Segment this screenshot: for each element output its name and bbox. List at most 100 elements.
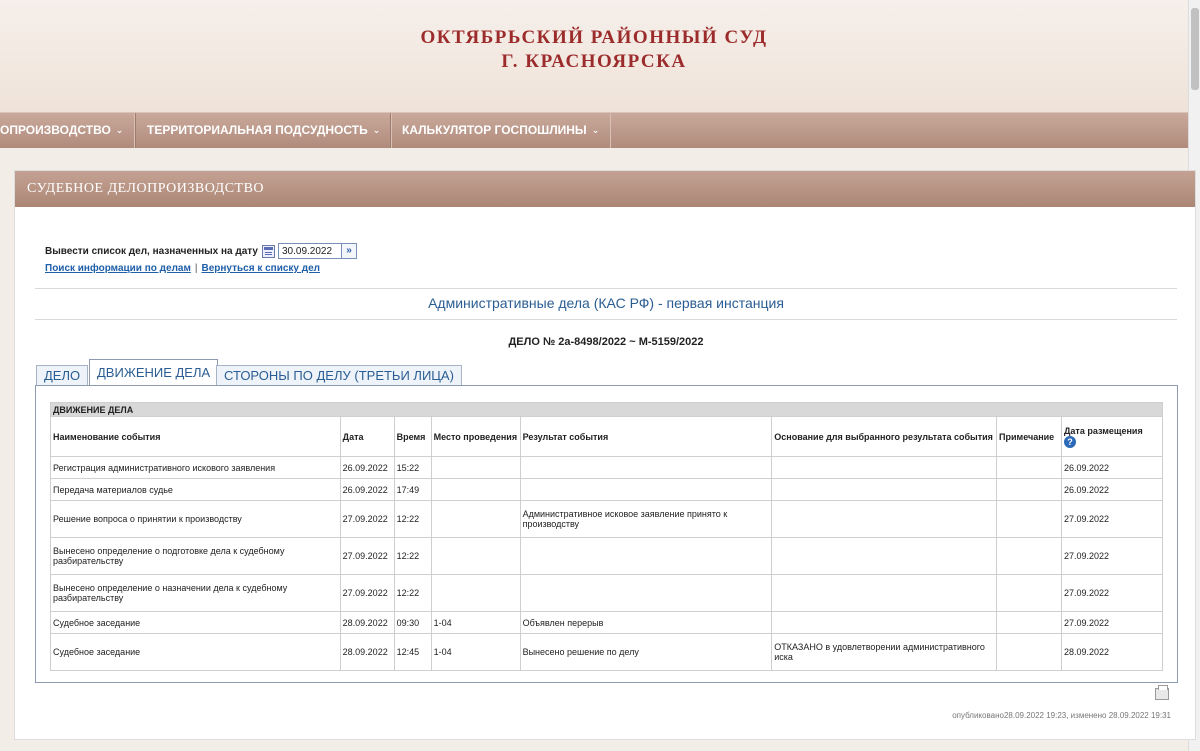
cell-place — [430, 478, 521, 501]
cell-result — [519, 456, 773, 479]
cell-event: Решение вопроса о принятии к производств… — [50, 500, 341, 538]
cell-published: 26.09.2022 — [1061, 456, 1163, 479]
cell-published: 27.09.2022 — [1061, 500, 1163, 538]
cell-place: 1-04 — [430, 633, 521, 671]
cell-date: 26.09.2022 — [339, 478, 395, 501]
cell-place — [430, 500, 521, 538]
cell-basis: ОТКАЗАНО в удовлетворении административн… — [771, 633, 998, 671]
cell-place: 1-04 — [430, 611, 521, 634]
cell-published: 27.09.2022 — [1061, 574, 1163, 612]
cell-time: 15:22 — [393, 456, 432, 479]
table-row: Судебное заседание 28.09.2022 09:30 1-04 Объ… — [50, 611, 1163, 634]
header-result: Результат события — [519, 416, 773, 457]
cell-published: 27.09.2022 — [1061, 537, 1163, 575]
tab-case-movement[interactable]: ДВИЖЕНИЕ ДЕЛА — [89, 359, 219, 386]
link-separator: | — [194, 263, 198, 274]
table-row: Судебное заседание 28.09.2022 12:45 1-04 Вын… — [50, 633, 1163, 671]
cell-note — [996, 478, 1063, 501]
print-icon[interactable] — [1155, 685, 1169, 700]
nav-item-label: ОПРОИЗВОДСТВО — [0, 123, 111, 137]
search-cases-link[interactable]: Поиск информации по делам — [45, 263, 191, 274]
cell-note — [996, 500, 1063, 538]
panel-links: Поиск информации по делам | Вернуться к сп… — [45, 263, 320, 274]
site-header: ОКТЯБРЬСКИЙ РАЙОННЫЙ СУД Г. КРАСНОЯРСКА — [0, 0, 1188, 112]
cell-basis — [771, 611, 998, 634]
header-note: Примечание — [996, 416, 1063, 457]
chevron-down-icon: ⌄ — [115, 125, 124, 135]
cell-event: Судебное заседание — [50, 611, 341, 634]
cell-published: 27.09.2022 — [1061, 611, 1163, 634]
go-button[interactable]: » — [341, 243, 357, 259]
publication-meta: опубликовано28.09.2022 19:23, изменено 2… — [952, 711, 1171, 720]
cell-date: 28.09.2022 — [339, 611, 395, 634]
scrollbar-thumb[interactable] — [1191, 8, 1199, 90]
chevron-down-icon: ⌄ — [591, 125, 600, 135]
cell-note — [996, 633, 1063, 671]
cell-event: Регистрация административного искового з… — [50, 456, 341, 479]
tab-parties[interactable]: СТОРОНЫ ПО ДЕЛУ (ТРЕТЬИ ЛИЦА) — [216, 365, 462, 386]
table-title: ДВИЖЕНИЕ ДЕЛА — [50, 402, 1163, 417]
cell-note — [996, 574, 1063, 612]
nav-item-fee-calculator[interactable]: КАЛЬКУЛЯТОР ГОСПОШЛИНЫ ⌄ — [390, 113, 612, 148]
cell-basis — [771, 478, 998, 501]
cell-note — [996, 537, 1063, 575]
tab-case[interactable]: ДЕЛО — [36, 365, 89, 386]
nav-item-label: КАЛЬКУЛЯТОР ГОСПОШЛИНЫ — [402, 123, 587, 137]
court-title-line2: Г. КРАСНОЯРСКА — [501, 51, 687, 72]
cell-published: 26.09.2022 — [1061, 478, 1163, 501]
table-row: Передача материалов судье 26.09.2022 17:49… — [50, 478, 1163, 501]
cell-time: 12:45 — [393, 633, 432, 671]
chevron-down-icon: ⌄ — [372, 125, 381, 135]
cell-result — [519, 537, 773, 575]
panel-title: СУДЕБНОЕ ДЕЛОПРОИЗВОДСТВО — [15, 171, 1195, 207]
cell-basis — [771, 500, 998, 538]
cell-place — [430, 574, 521, 612]
table-row: Регистрация административного искового з… — [50, 456, 1163, 479]
cell-result — [519, 478, 773, 501]
help-icon[interactable]: ? — [1064, 435, 1077, 448]
divider — [35, 288, 1177, 289]
court-title-line1: ОКТЯБРЬСКИЙ РАЙОННЫЙ СУД — [420, 27, 768, 48]
cell-basis — [771, 574, 998, 612]
date-filter-label: Вывести список дел, назначенных на дату — [45, 245, 258, 257]
header-event: Наименование события — [50, 416, 341, 457]
cell-event: Передача материалов судье — [50, 478, 341, 501]
cell-place — [430, 537, 521, 575]
case-number: ДЕЛО № 2а-8498/2022 ~ М-5159/2022 — [508, 336, 704, 348]
table-row: Решение вопроса о принятии к производств… — [50, 500, 1163, 538]
tab-panel: ДВИЖЕНИЕ ДЕЛА Наименование события Дата … — [35, 385, 1178, 683]
cell-date: 27.09.2022 — [339, 574, 395, 612]
nav-item-proceedings[interactable]: ОПРОИЗВОДСТВО ⌄ — [0, 113, 136, 148]
date-input[interactable] — [277, 243, 342, 259]
cell-result: Вынесено решение по делу — [519, 633, 773, 671]
nav-item-jurisdiction[interactable]: ТЕРРИТОРИАЛЬНАЯ ПОДСУДНОСТЬ ⌄ — [135, 113, 393, 148]
back-to-list-link[interactable]: Вернуться к списку дел — [201, 263, 320, 274]
cell-time: 12:22 — [393, 500, 432, 538]
cell-note — [996, 456, 1063, 479]
table-header-row: Наименование события Дата Время Место пр… — [50, 416, 1163, 457]
table-row: Вынесено определение о назначении дела к… — [50, 574, 1163, 612]
cell-date: 26.09.2022 — [339, 456, 395, 479]
cell-event: Вынесено определение о подготовке дела к… — [50, 537, 341, 575]
cell-result — [519, 574, 773, 612]
divider — [35, 319, 1177, 320]
case-movement-table: ДВИЖЕНИЕ ДЕЛА Наименование события Дата … — [50, 402, 1163, 671]
calendar-icon[interactable] — [261, 244, 275, 258]
cell-basis — [771, 456, 998, 479]
header-time: Время — [393, 416, 432, 457]
date-filter: Вывести список дел, назначенных на дату … — [45, 243, 357, 259]
cell-published: 28.09.2022 — [1061, 633, 1163, 671]
cell-date: 28.09.2022 — [339, 633, 395, 671]
case-category: Административные дела (КАС РФ) - первая … — [428, 295, 784, 311]
cell-result: Объявлен перерыв — [519, 611, 773, 634]
nav-item-label: ТЕРРИТОРИАЛЬНАЯ ПОДСУДНОСТЬ — [147, 123, 368, 137]
table-row: Вынесено определение о подготовке дела к… — [50, 537, 1163, 575]
cell-time: 12:22 — [393, 537, 432, 575]
cell-time: 12:22 — [393, 574, 432, 612]
header-date: Дата — [339, 416, 395, 457]
cell-result: Административное исковое заявление приня… — [519, 500, 773, 538]
cell-date: 27.09.2022 — [339, 500, 395, 538]
cell-place — [430, 456, 521, 479]
cell-basis — [771, 537, 998, 575]
main-nav: ОПРОИЗВОДСТВО ⌄ ТЕРРИТОРИАЛЬНАЯ ПОДСУДНОС… — [0, 112, 1188, 148]
